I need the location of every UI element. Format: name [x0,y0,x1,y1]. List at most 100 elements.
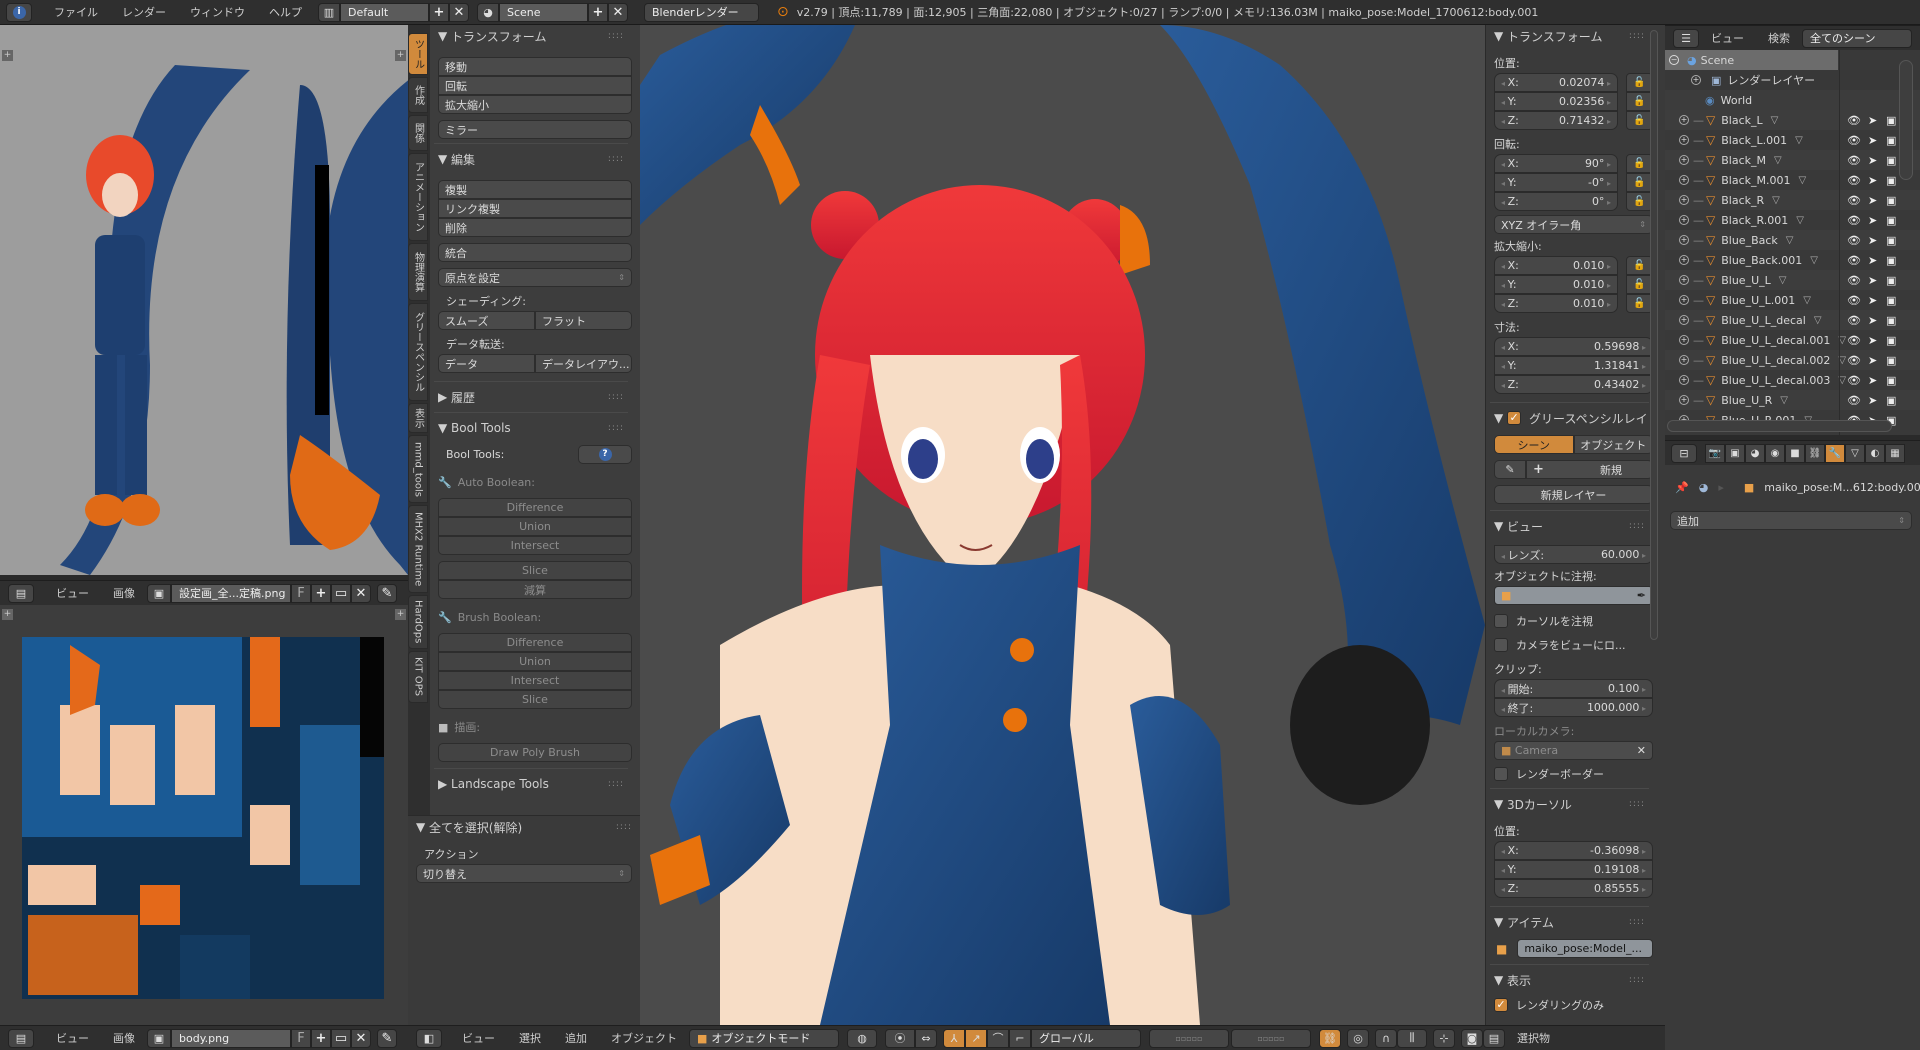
rotation-z-field[interactable]: Z: 0° [1494,192,1618,211]
visibility-eye-icon[interactable]: 👁 [1847,214,1861,227]
auto-subtract-button[interactable]: 減算 [438,580,632,599]
expand-icon[interactable]: + [1679,315,1689,325]
menu-file[interactable]: ファイル [42,4,110,20]
set-origin-select[interactable]: 原点を設定 ⇕ [438,268,632,287]
outliner-scene-row[interactable]: − ◕ Scene [1665,50,1838,70]
renderable-camera-icon[interactable]: ▣ [1886,154,1896,167]
renderable-camera-icon[interactable]: ▣ [1886,234,1896,247]
add-screen-button[interactable]: + [429,2,449,22]
location-y-field[interactable]: Y: 0.02356 [1494,92,1618,111]
menu-help[interactable]: ヘルプ [257,4,314,20]
render-border-option[interactable]: レンダーボーダー [1486,764,1653,784]
selectable-cursor-icon[interactable]: ➤ [1868,214,1877,227]
drag-grip-icon[interactable]: :::: [608,779,624,789]
clip-end-field[interactable]: 終了: 1000.000 [1494,698,1653,717]
rotate-button[interactable]: 回転 [438,76,632,95]
expand-icon[interactable]: + [1679,375,1689,385]
scene-field[interactable]: Scene [499,2,588,22]
menu-search[interactable]: 検索 [1756,30,1802,46]
outliner-render-layers-row[interactable]: + ▣ レンダーレイヤー [1665,70,1920,90]
region-expand-icon[interactable]: + [2,609,13,620]
menu-view[interactable]: ビュー [44,1030,101,1046]
render-border-checkbox[interactable] [1494,767,1508,781]
outliner-object-row[interactable]: + — ▽ Black_R.001 ▽ 👁 ➤ ▣ [1665,210,1920,230]
renderable-camera-icon[interactable]: ▣ [1886,374,1896,387]
image-editor-texture-canvas[interactable]: + + [0,605,408,1025]
lock-icon[interactable]: 🔓 [1626,111,1653,130]
panel-header-landscape-tools[interactable]: ▶ Landscape Tools:::: [430,773,632,795]
menu-render[interactable]: レンダー [110,4,178,20]
renderable-camera-icon[interactable]: ▣ [1886,174,1896,187]
outliner-object-row[interactable]: + — ▽ Blue_U_L_decal.002 ▽ 👁 ➤ ▣ [1665,350,1920,370]
expand-icon[interactable]: + [1679,255,1689,265]
expand-icon[interactable]: + [1679,335,1689,345]
delete-button[interactable]: 削除 [438,218,632,237]
info-editor-type-button[interactable]: i [6,2,32,22]
renderable-camera-icon[interactable]: ▣ [1886,194,1896,207]
dimension-z-field[interactable]: Z: 0.43402 [1494,375,1653,394]
gp-new-layer-button[interactable]: 新規レイヤー [1494,485,1653,504]
lock-icon[interactable]: 🔓 [1626,192,1653,211]
visibility-eye-icon[interactable]: 👁 [1847,194,1861,207]
menu-image[interactable]: 画像 [101,585,147,601]
delete-scene-button[interactable]: ✕ [608,2,628,22]
local-camera-field[interactable]: ■ Camera ✕ [1494,741,1653,760]
new-image-button[interactable]: + [311,1028,331,1048]
expand-icon[interactable]: + [1691,75,1701,85]
selectable-cursor-icon[interactable]: ➤ [1868,394,1877,407]
outliner-object-row[interactable]: + — ▽ Black_R ▽ 👁 ➤ ▣ [1665,190,1920,210]
visibility-eye-icon[interactable]: 👁 [1847,114,1861,127]
outliner-scrollbar[interactable] [1899,60,1913,180]
cursor-x-field[interactable]: X: -0.36098 [1494,841,1653,860]
outliner-world-row[interactable]: ◉ World [1665,90,1920,110]
proportional-edit-icon[interactable]: ◎ [1347,1028,1369,1048]
image-name-field[interactable]: 設定画_全...定稿.png [171,583,291,603]
expand-icon[interactable]: + [1679,195,1689,205]
screen-layout-icon[interactable]: ▥ [318,2,340,22]
outliner-object-row[interactable]: + — ▽ Blue_U_L_decal.001 ▽ 👁 ➤ ▣ [1665,330,1920,350]
expand-icon[interactable]: + [1679,295,1689,305]
shade-smooth-button[interactable]: スムーズ [438,311,535,330]
lock-camera-option[interactable]: カメラをビューにロ... [1486,635,1653,655]
snap-element-icon[interactable]: ⫼ [1397,1028,1427,1048]
menu-select[interactable]: 選択 [507,1030,553,1046]
lock-cursor-option[interactable]: カーソルを注視 [1486,611,1653,631]
render-layers-icon[interactable]: ▣ [1725,443,1745,463]
expand-icon[interactable]: + [1679,395,1689,405]
lock-icon[interactable]: 🔓 [1626,154,1653,173]
3d-viewport[interactable] [640,25,1485,1025]
renderable-camera-icon[interactable]: ▣ [1886,294,1896,307]
n-panel-scrollbar[interactable] [1650,30,1658,640]
delete-screen-button[interactable]: ✕ [449,2,469,22]
visibility-eye-icon[interactable]: 👁 [1847,134,1861,147]
only-render-checkbox[interactable]: ✓ [1494,998,1508,1012]
panel-header-grease-pencil[interactable]: ▼ ✓ グリースペンシルレイ [1486,407,1653,429]
brush-slice-button[interactable]: Slice [438,690,632,709]
panel-header-bool-tools[interactable]: ▼ Bool Tools:::: [430,417,632,439]
auto-union-button[interactable]: Union [438,517,632,536]
lock-object-field[interactable]: ■ ✒ [1494,586,1653,605]
expand-icon[interactable]: + [1679,235,1689,245]
outliner-object-row[interactable]: + — ▽ Blue_U_L.001 ▽ 👁 ➤ ▣ [1665,290,1920,310]
rotation-y-field[interactable]: Y: -0° [1494,173,1618,192]
tab-kit-ops[interactable]: KIT OPS [408,651,428,703]
visibility-eye-icon[interactable]: 👁 [1847,154,1861,167]
brush-difference-button[interactable]: Difference [438,633,632,652]
constraints-icon[interactable]: ⛓ [1805,443,1825,463]
auto-intersect-button[interactable]: Intersect [438,536,632,555]
visibility-eye-icon[interactable]: 👁 [1847,174,1861,187]
scale-y-field[interactable]: Y: 0.010 [1494,275,1618,294]
outliner-object-row[interactable]: + — ▽ Blue_Back.001 ▽ 👁 ➤ ▣ [1665,250,1920,270]
visibility-eye-icon[interactable]: 👁 [1847,294,1861,307]
drag-grip-icon[interactable]: :::: [608,392,624,402]
panel-header-select-all[interactable]: ▼ 全てを選択(解除):::: [408,816,640,838]
modifiers-icon[interactable]: 🔧 [1825,443,1845,463]
eyedropper-icon[interactable]: ✒ [1637,589,1646,602]
selectable-cursor-icon[interactable]: ➤ [1868,174,1877,187]
brush-union-button[interactable]: Union [438,652,632,671]
object-icon[interactable]: ■ [1785,443,1805,463]
shade-flat-button[interactable]: フラット [535,311,632,330]
tab-physics[interactable]: 物理演算 [408,243,428,301]
unlink-image-button[interactable]: ✕ [351,1028,371,1048]
snap-target-icon[interactable]: ⊹ [1433,1028,1455,1048]
